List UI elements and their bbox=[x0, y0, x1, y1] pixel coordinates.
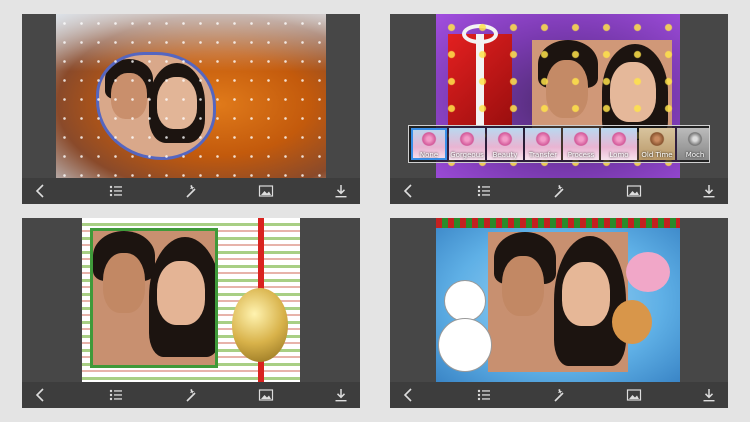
magic-wand-icon[interactable] bbox=[548, 384, 570, 406]
filter-strip[interactable]: None Gorgeous Beauty Transfer Process Lo… bbox=[408, 125, 710, 163]
list-icon[interactable] bbox=[105, 180, 127, 202]
download-icon[interactable] bbox=[330, 384, 352, 406]
back-icon[interactable] bbox=[30, 384, 52, 406]
toolbar bbox=[22, 382, 360, 408]
image-icon[interactable] bbox=[255, 384, 277, 406]
list-icon[interactable] bbox=[473, 384, 495, 406]
editor-preview-4 bbox=[390, 218, 728, 408]
filter-label: Moch bbox=[685, 151, 705, 159]
filter-gorgeous[interactable]: Gorgeous bbox=[449, 128, 485, 160]
filter-process[interactable]: Process bbox=[563, 128, 599, 160]
snowman bbox=[444, 280, 486, 322]
photo-snowman-frame[interactable] bbox=[436, 218, 680, 382]
filter-lomo[interactable]: Lomo bbox=[601, 128, 637, 160]
filter-label: Transfer bbox=[528, 151, 558, 159]
portrait-frame bbox=[90, 228, 218, 368]
image-icon[interactable] bbox=[623, 180, 645, 202]
filter-none[interactable]: None bbox=[411, 128, 447, 160]
toolbar bbox=[22, 178, 360, 204]
download-icon[interactable] bbox=[330, 180, 352, 202]
magic-wand-icon[interactable] bbox=[548, 180, 570, 202]
download-icon[interactable] bbox=[698, 384, 720, 406]
back-icon[interactable] bbox=[30, 180, 52, 202]
back-icon[interactable] bbox=[398, 180, 420, 202]
magic-wand-icon[interactable] bbox=[180, 180, 202, 202]
filter-label: None bbox=[419, 151, 439, 159]
filter-transfer[interactable]: Transfer bbox=[525, 128, 561, 160]
magic-wand-icon[interactable] bbox=[180, 384, 202, 406]
filter-label: Beauty bbox=[492, 151, 518, 159]
photo-ornament-frame[interactable] bbox=[82, 218, 300, 382]
download-icon[interactable] bbox=[698, 180, 720, 202]
list-icon[interactable] bbox=[473, 180, 495, 202]
filter-label: Gorgeous bbox=[450, 151, 484, 159]
filter-moch[interactable]: Moch bbox=[677, 128, 709, 160]
editor-preview-3 bbox=[22, 218, 360, 408]
back-icon[interactable] bbox=[398, 384, 420, 406]
toolbar bbox=[390, 178, 728, 204]
filter-old-time[interactable]: Old Time bbox=[639, 128, 675, 160]
editor-preview-2: None Gorgeous Beauty Transfer Process Lo… bbox=[390, 14, 728, 204]
filter-label: Old Time bbox=[641, 151, 673, 159]
list-icon[interactable] bbox=[105, 384, 127, 406]
filter-label: Process bbox=[567, 151, 595, 159]
editor-preview-1 bbox=[22, 14, 360, 204]
filter-beauty[interactable]: Beauty bbox=[487, 128, 523, 160]
image-icon[interactable] bbox=[255, 180, 277, 202]
filter-label: Lomo bbox=[609, 151, 629, 159]
image-icon[interactable] bbox=[623, 384, 645, 406]
photo-winter-frame[interactable] bbox=[56, 14, 326, 178]
ornament bbox=[232, 288, 288, 362]
toolbar bbox=[390, 382, 728, 408]
